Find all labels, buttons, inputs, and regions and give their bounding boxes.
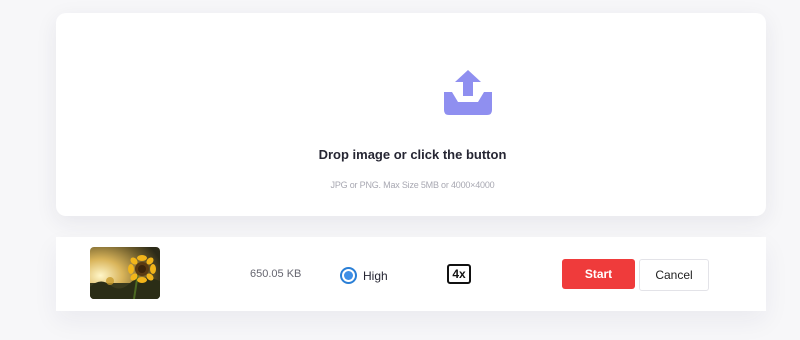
start-button[interactable]: Start: [562, 259, 635, 289]
dropzone-title: Drop image or click the button: [318, 147, 507, 162]
image-thumbnail: [90, 247, 160, 299]
cancel-button[interactable]: Cancel: [639, 259, 709, 291]
quality-radio[interactable]: [340, 267, 357, 284]
upload-page: Drop image or click the button JPG or PN…: [0, 0, 800, 340]
image-dropzone[interactable]: Drop image or click the button JPG or PN…: [56, 13, 766, 216]
scale-badge[interactable]: 4x: [447, 264, 471, 284]
quality-option[interactable]: High: [340, 267, 388, 284]
file-size: 650.05 KB: [250, 268, 302, 280]
upload-tray-icon: [444, 70, 492, 115]
quality-label: High: [363, 268, 388, 283]
file-row: 650.05 KB High 4x Start Cancel: [56, 237, 766, 311]
dropzone-hint: JPG or PNG. Max Size 5MB or 4000×4000: [330, 180, 495, 190]
